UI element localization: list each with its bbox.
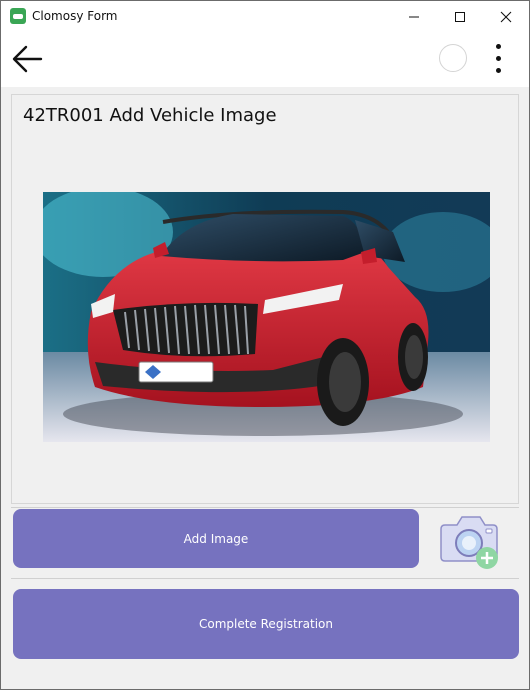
vehicle-photo [43, 192, 490, 442]
minimize-button[interactable] [391, 1, 437, 32]
close-button[interactable] [483, 1, 529, 32]
complete-registration-button[interactable]: Complete Registration [13, 589, 519, 659]
clomosy-app-icon [10, 8, 26, 24]
add-image-button[interactable]: Add Image [13, 509, 419, 568]
maximize-button[interactable] [437, 1, 483, 32]
vehicle-image [43, 192, 490, 442]
divider [11, 578, 519, 579]
panel-title: 42TR001 Add Vehicle Image [23, 105, 277, 126]
arrow-left-icon [12, 45, 43, 73]
add-image-label: Add Image [183, 531, 249, 546]
loading-indicator [439, 44, 467, 72]
close-icon [500, 11, 512, 23]
more-menu-button[interactable] [487, 42, 511, 76]
app-window: Clomosy Form 42TR001 Add Vehicle Image A… [0, 0, 530, 690]
app-toolbar [1, 32, 529, 87]
more-vertical-icon [496, 44, 501, 49]
vehicle-image-panel: 42TR001 Add Vehicle Image [11, 94, 519, 504]
window-title: Clomosy Form [32, 9, 118, 23]
camera-add-icon [440, 516, 498, 569]
divider [11, 507, 519, 508]
minimize-icon [409, 16, 419, 18]
complete-registration-label: Complete Registration [198, 617, 333, 631]
camera-add-button[interactable] [439, 513, 503, 569]
title-bar: Clomosy Form [1, 1, 529, 32]
back-button[interactable] [11, 42, 45, 76]
maximize-icon [455, 12, 465, 22]
